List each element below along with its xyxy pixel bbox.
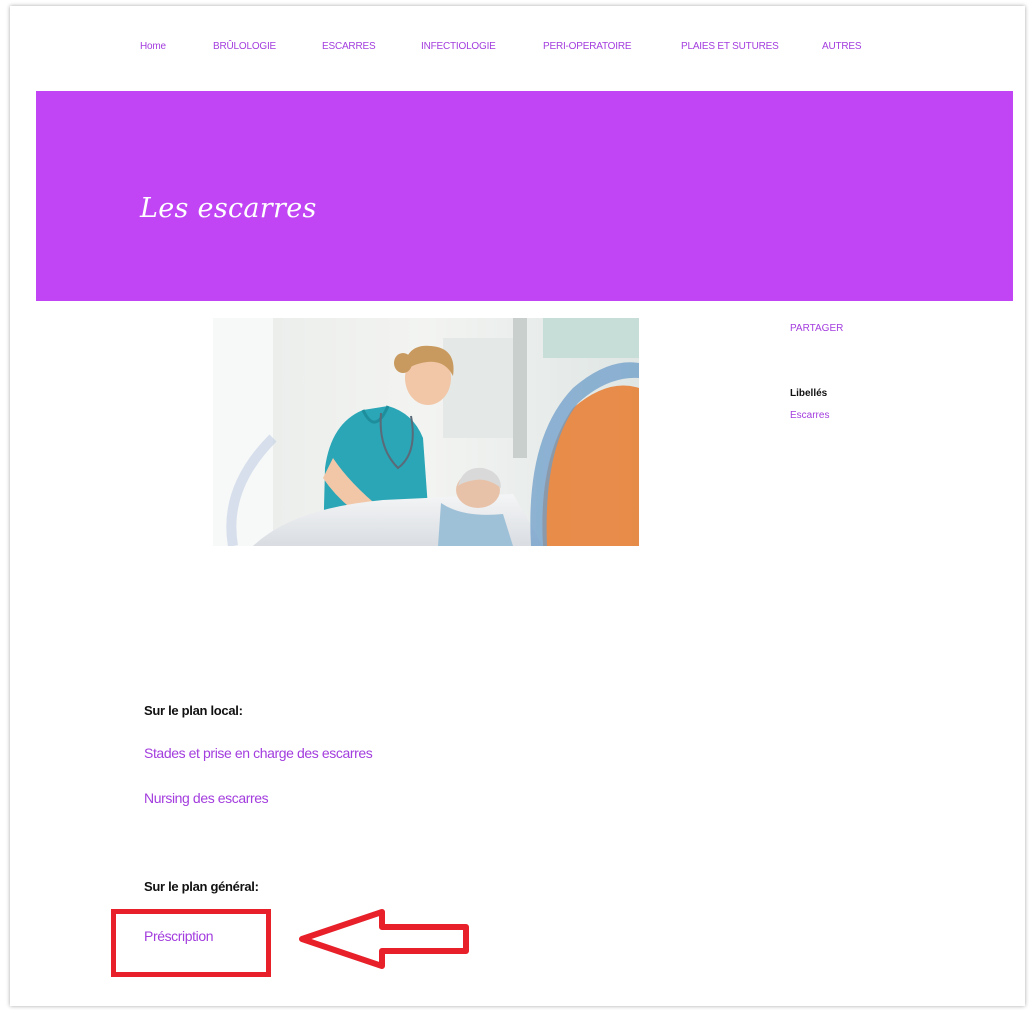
page-banner: Les escarres	[36, 91, 1013, 301]
tag-link-escarres[interactable]: Escarres	[790, 410, 829, 421]
highlight-box	[111, 909, 271, 977]
local-heading: Sur le plan local:	[144, 703, 243, 718]
page-frame: Home BRÛLOLOGIE ESCARRES INFECTIOLOGIE P…	[10, 6, 1025, 1006]
nav-item-peri-operatoire[interactable]: PERI-OPERATOIRE	[543, 41, 632, 52]
top-navigation: Home BRÛLOLOGIE ESCARRES INFECTIOLOGIE P…	[10, 6, 1025, 90]
share-link[interactable]: PARTAGER	[790, 323, 843, 334]
general-heading: Sur le plan général:	[144, 879, 259, 894]
left-arrow-icon	[299, 909, 469, 969]
nav-item-brulologie[interactable]: BRÛLOLOGIE	[213, 41, 276, 52]
nav-item-home[interactable]: Home	[140, 41, 166, 52]
link-stades-prise-en-charge[interactable]: Stades et prise en charge des escarres	[144, 745, 373, 761]
nav-item-autres[interactable]: AUTRES	[822, 41, 862, 52]
hero-image	[213, 318, 639, 546]
nurse-patient-photo-icon	[213, 318, 639, 546]
nav-item-escarres[interactable]: ESCARRES	[322, 41, 376, 52]
page-title: Les escarres	[140, 193, 317, 224]
labels-heading: Libellés	[790, 388, 828, 399]
nav-item-plaies-et-sutures[interactable]: PLAIES ET SUTURES	[681, 41, 779, 52]
nav-item-infectiologie[interactable]: INFECTIOLOGIE	[421, 41, 496, 52]
link-nursing-escarres[interactable]: Nursing des escarres	[144, 790, 269, 806]
